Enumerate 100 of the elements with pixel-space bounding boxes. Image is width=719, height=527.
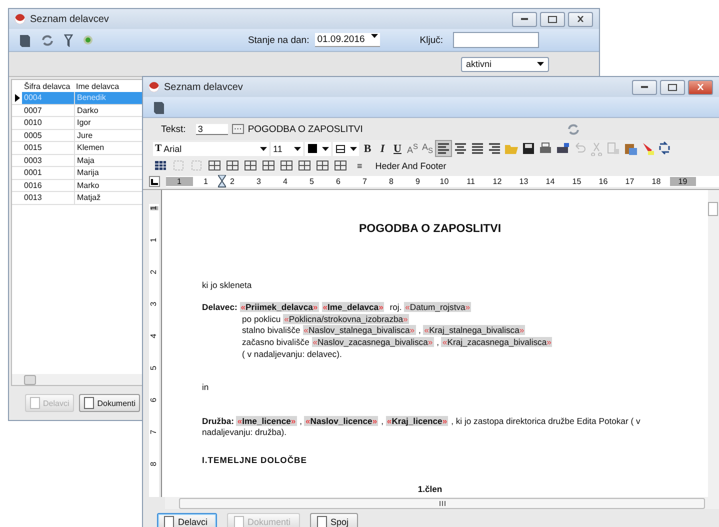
refresh-icon[interactable] [41, 34, 54, 46]
align-right-icon[interactable] [487, 141, 502, 156]
vertical-scrollbar[interactable] [708, 190, 719, 497]
document-paragraph: po poklicu «Poklicna/strokovna_izobrazba» [241, 314, 410, 326]
employee-row[interactable]: 0010 Igor [12, 117, 142, 130]
merge-field[interactable]: «Ime_delavca» [322, 302, 384, 312]
minimize-button[interactable] [512, 12, 537, 26]
merge-field[interactable]: «Naslov_stalnega_bivalisca» [302, 325, 416, 336]
bold-button[interactable]: B [361, 142, 374, 156]
horizontal-scrollbar[interactable] [12, 374, 142, 385]
merge-field[interactable]: «Ime_licence» [236, 416, 297, 426]
document-paragraph: stalno bivališče «Naslov_stalnega_bivalisca» , «Kraj_stalnega_bivalisca» [241, 325, 526, 337]
column-header[interactable]: Šifra delavca [22, 80, 74, 92]
table-cell: 0004 [22, 92, 75, 104]
table-cell: 0001 [22, 167, 75, 178]
font-size-dropdown[interactable]: 11 [271, 142, 303, 156]
print-icon[interactable] [538, 141, 554, 156]
employee-row[interactable]: 0005 Jure [12, 130, 142, 142]
indent-marker-icon[interactable] [218, 175, 226, 188]
justify-icon[interactable] [470, 141, 486, 156]
window-title: Seznam delavcev [30, 14, 109, 24]
ruler-number: 4 [150, 334, 158, 338]
ruler-number: 7 [150, 430, 158, 434]
align-left-icon[interactable] [436, 141, 452, 156]
clipboard-icon[interactable] [623, 141, 638, 156]
grid-icon[interactable] [243, 159, 258, 172]
merge-field[interactable]: «Kraj_licence» [386, 416, 448, 426]
employee-row[interactable]: 0003 Maja [12, 154, 142, 167]
border-dropdown[interactable] [333, 142, 359, 156]
cell-icon[interactable] [189, 159, 204, 172]
text-color-dropdown[interactable] [305, 142, 331, 156]
table-icon[interactable] [153, 159, 168, 172]
merge-field[interactable]: «Poklicna/strokovna_izobrazba» [283, 314, 409, 324]
merge-field[interactable]: «Kraj_stalnega_bivalisca» [423, 325, 526, 336]
document-paragraph: začasno bivališče «Naslov_zacasnega_bivalisca» , «Kraj_zacasnega_bivalisca» [241, 336, 554, 349]
maximize-button[interactable] [660, 80, 685, 94]
close-button[interactable] [688, 80, 713, 94]
grid-icon[interactable] [279, 159, 294, 172]
font-dropdown[interactable]: T Arial [153, 142, 269, 156]
employee-row[interactable]: 0013 Matjaž [12, 192, 142, 204]
browse-button[interactable]: ··· [232, 124, 244, 134]
replace-icon[interactable] [657, 141, 672, 156]
table-cell: 0007 [22, 104, 75, 116]
grid-icon[interactable] [297, 159, 312, 172]
book-icon[interactable] [153, 100, 165, 114]
italic-button[interactable]: I [376, 142, 389, 156]
ruler-number: 1 [150, 238, 158, 242]
save-icon[interactable] [521, 141, 536, 156]
header-footer-button[interactable]: Heder And Footer [375, 160, 446, 170]
book-icon[interactable] [19, 34, 31, 46]
ruler-number: 1 [166, 177, 192, 186]
close-icon [697, 84, 704, 90]
action-button[interactable]: Spoj [310, 513, 358, 527]
date-label: Stanje na dan: [248, 34, 310, 46]
grid-icon[interactable] [225, 159, 240, 172]
employee-row[interactable]: 0007 Darko [12, 104, 142, 117]
employee-row[interactable]: 0015 Klemen [12, 142, 142, 154]
cell-icon[interactable] [171, 159, 186, 172]
employee-row[interactable]: 0016 Marko [12, 180, 142, 192]
printer-icon[interactable] [555, 141, 570, 156]
document-paragraph: I.TEMELJNE DOLOČBE [202, 454, 308, 467]
align-center-icon[interactable] [453, 141, 468, 156]
close-button[interactable] [568, 12, 593, 26]
filter-icon[interactable] [64, 34, 73, 46]
caret-icon [370, 34, 378, 38]
paragraph-symbol[interactable]: ≡ [357, 160, 362, 170]
horizontal-scrollbar[interactable] [165, 497, 719, 509]
ruler[interactable]: 1 1 2 3 4 5 6 7 8 9 10 11 12 13 14 15 16 17 18 19 [166, 176, 719, 187]
table-cell-text: Darko [76, 104, 100, 116]
merge-field[interactable]: «Datum_rojstva» [404, 302, 472, 312]
status-dot-icon[interactable] [83, 35, 93, 45]
merge-field[interactable]: «Priimek_delavca» [240, 302, 319, 312]
underline-button[interactable]: U [391, 142, 404, 156]
employee-row[interactable]: 0001 Marija [12, 167, 142, 180]
subscript-button[interactable]: A$_{S}$ [421, 142, 434, 156]
status-dropdown[interactable]: aktivni [461, 56, 549, 72]
merge-field[interactable]: «Naslov_licence» [304, 416, 378, 426]
superscript-button[interactable]: A$^{S}$ [406, 142, 420, 156]
document-paragraph: 1.člen [416, 484, 444, 496]
grid-icon[interactable] [333, 159, 348, 172]
marker-icon[interactable] [640, 141, 656, 156]
merge-field[interactable]: «Kraj_zacasnega_bivalisca» [441, 336, 552, 347]
table-cell-text: Igor [76, 117, 92, 128]
ruler-number: 3 [150, 302, 158, 306]
tab-stop-icon[interactable] [149, 176, 160, 187]
text-number-field[interactable]: 3 [196, 124, 228, 134]
action-button[interactable]: Dokumenti [79, 394, 140, 412]
date-picker[interactable]: 01.09.2016 [315, 33, 380, 47]
action-button[interactable]: Delavci [157, 513, 217, 527]
table-cell: 0005 [22, 130, 75, 141]
document-paragraph: ki jo skleneta [202, 280, 253, 292]
grid-icon[interactable] [207, 159, 222, 172]
grid-icon[interactable] [315, 159, 330, 172]
key-field[interactable] [453, 32, 539, 48]
column-header[interactable]: Ime delavca [74, 80, 142, 92]
maximize-button[interactable] [540, 12, 565, 26]
merge-field[interactable]: «Naslov_zacasnega_bivalisca» [312, 336, 434, 347]
grid-icon[interactable] [261, 159, 276, 172]
table-cell: 0015 [22, 142, 75, 154]
minimize-button[interactable] [632, 80, 657, 94]
